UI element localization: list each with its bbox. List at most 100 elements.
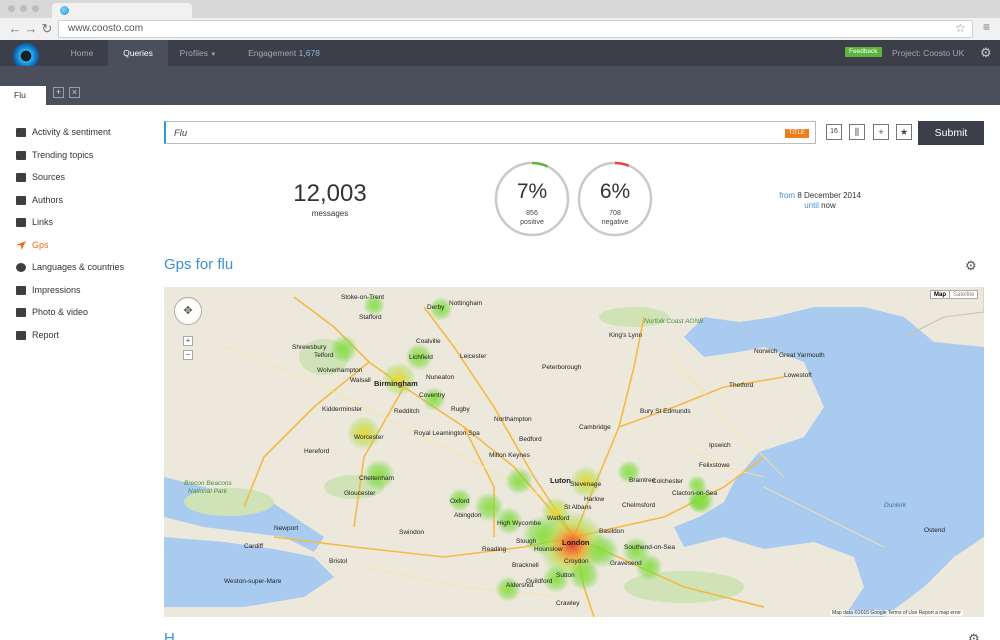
globe-icon xyxy=(16,262,26,272)
date-until: now xyxy=(821,201,836,210)
sidebar-item-label: Sources xyxy=(32,172,66,182)
map-credit[interactable]: Map data ©2015 Google Terms of Use Repor… xyxy=(830,610,963,616)
eye-icon xyxy=(16,285,26,295)
search-query-text: Flu xyxy=(174,128,188,139)
zoom-in-icon[interactable]: + xyxy=(183,336,193,346)
svg-text:Bristol: Bristol xyxy=(329,558,348,565)
submit-button[interactable]: Submit xyxy=(918,121,984,145)
svg-text:Cardiff: Cardiff xyxy=(244,543,263,550)
sidebar-item-activity[interactable]: Activity & sentiment xyxy=(16,125,111,139)
settings-gear-icon[interactable]: ⚙ xyxy=(980,46,992,60)
map-pan-control-icon[interactable]: ✥ xyxy=(174,297,202,325)
nav-engagement[interactable]: Engagement 1,678 xyxy=(234,40,334,66)
svg-text:Dunkirk: Dunkirk xyxy=(884,502,907,509)
svg-text:Coalville: Coalville xyxy=(416,338,441,345)
back-arrow-icon[interactable]: ← xyxy=(8,22,22,36)
nav-home[interactable]: Home xyxy=(56,40,108,66)
date-from-prefix: from xyxy=(779,191,796,200)
close-window-dot[interactable] xyxy=(8,5,15,12)
svg-text:Leicester: Leicester xyxy=(460,353,487,360)
svg-text:Derby: Derby xyxy=(427,304,445,311)
browser-chrome: ← → ↻ www.coosto.com ☆ ≡ xyxy=(0,0,1000,40)
svg-text:Reading: Reading xyxy=(482,546,507,553)
sidebar-item-sources[interactable]: Sources xyxy=(16,170,65,184)
sidebar-item-report[interactable]: Report xyxy=(16,328,59,342)
minimize-window-dot[interactable] xyxy=(20,5,27,12)
sidebar-item-links[interactable]: Links xyxy=(16,215,53,229)
add-tab-icon[interactable]: + xyxy=(53,87,64,98)
browser-menu-icon[interactable]: ≡ xyxy=(983,20,990,34)
reload-icon[interactable]: ↻ xyxy=(40,22,54,36)
browser-tab[interactable] xyxy=(52,3,192,18)
section-settings-gear-icon[interactable]: ⚙ xyxy=(965,258,977,274)
svg-text:Brecon Beacons: Brecon Beacons xyxy=(184,480,232,487)
sidebar-item-label: Authors xyxy=(32,195,64,205)
project-selector[interactable]: Project: Coosto UK xyxy=(892,40,964,66)
nav-queries[interactable]: Queries xyxy=(108,40,168,66)
date-range[interactable]: from 8 December 2014 until now xyxy=(760,191,880,211)
next-section-gear-icon[interactable]: ⚙ xyxy=(968,631,980,640)
nav-profiles[interactable]: Profiles ▼ xyxy=(170,40,226,66)
svg-text:Milton Keynes: Milton Keynes xyxy=(489,452,531,459)
svg-text:Weston-super-Mare: Weston-super-Mare xyxy=(224,578,282,585)
bookmark-star-icon[interactable]: ☆ xyxy=(955,21,966,35)
map-type-map[interactable]: Map xyxy=(931,291,949,298)
sidebar-item-languages[interactable]: Languages & countries xyxy=(16,260,124,274)
map-type-toggle[interactable]: Map Satellite xyxy=(930,290,979,299)
negative-pct: 6% xyxy=(599,180,631,203)
sidebar-item-label: Report xyxy=(32,330,60,340)
sidebar-item-photo-video[interactable]: Photo & video xyxy=(16,305,88,319)
svg-text:Telford: Telford xyxy=(314,352,334,359)
forward-arrow-icon[interactable]: → xyxy=(24,22,38,36)
gps-heatmap[interactable]: Stoke-on-Trent Derby Nottingham Stafford… xyxy=(164,287,984,617)
plus-icon: + xyxy=(878,127,884,137)
app-header: Home Queries Profiles ▼ Engagement 1,678… xyxy=(0,40,1000,69)
svg-text:Norwich: Norwich xyxy=(754,348,778,355)
bar-chart-icon xyxy=(16,150,26,160)
svg-text:St Albans: St Albans xyxy=(564,504,592,511)
window-controls[interactable] xyxy=(8,5,39,12)
svg-text:Gloucester: Gloucester xyxy=(344,490,376,497)
feedback-button[interactable]: Feedback xyxy=(845,47,882,57)
sidebar-item-label: Links xyxy=(32,217,54,227)
svg-text:Colchester: Colchester xyxy=(652,478,684,485)
svg-text:London: London xyxy=(562,538,590,547)
svg-text:Birmingham: Birmingham xyxy=(374,379,418,388)
sidebar-item-trending[interactable]: Trending topics xyxy=(16,148,93,162)
title-tag-badge[interactable]: TITLE xyxy=(784,129,809,138)
sliders-icon: ⫼ xyxy=(854,127,860,137)
address-bar[interactable]: www.coosto.com xyxy=(58,20,973,38)
section-title: Gps for flu xyxy=(164,256,234,273)
add-button[interactable]: + xyxy=(873,124,889,140)
svg-text:Nuneaton: Nuneaton xyxy=(426,374,455,381)
location-arrow-icon xyxy=(16,240,26,250)
positive-count: 856 xyxy=(526,210,538,217)
filter-button[interactable]: ⫼ xyxy=(849,124,865,140)
next-section-title: H xyxy=(164,630,175,640)
svg-text:Redditch: Redditch xyxy=(394,408,420,415)
svg-text:Basildon: Basildon xyxy=(599,528,624,535)
negative-label: negative xyxy=(601,219,629,226)
svg-text:Sutton: Sutton xyxy=(556,572,575,579)
calendar-button[interactable]: 16 xyxy=(826,124,842,140)
zoom-out-icon[interactable]: − xyxy=(183,350,193,360)
map-type-satellite[interactable]: Satellite xyxy=(949,291,977,298)
link-icon xyxy=(16,217,26,227)
sidebar-item-gps[interactable]: Gps xyxy=(16,238,49,252)
tab-flu[interactable]: Flu xyxy=(0,86,46,105)
query-tabbar: Flu + × xyxy=(0,66,1000,105)
svg-text:Southend-on-Sea: Southend-on-Sea xyxy=(624,544,675,551)
browser-tabstrip xyxy=(0,0,1000,18)
close-tab-icon[interactable]: × xyxy=(69,87,80,98)
sidebar-item-impressions[interactable]: Impressions xyxy=(16,283,81,297)
maximize-window-dot[interactable] xyxy=(32,5,39,12)
svg-text:National Park: National Park xyxy=(188,488,228,495)
search-input[interactable]: Flu TITLE xyxy=(164,121,816,144)
svg-text:Lowestoft: Lowestoft xyxy=(784,372,812,379)
favorite-button[interactable]: ★ xyxy=(896,124,912,140)
chevron-down-icon: ▼ xyxy=(210,52,217,58)
svg-text:Felixstowe: Felixstowe xyxy=(699,462,730,469)
svg-text:Cheltenham: Cheltenham xyxy=(359,475,394,482)
svg-text:Chelmsford: Chelmsford xyxy=(622,502,656,509)
sidebar-item-authors[interactable]: Authors xyxy=(16,193,63,207)
